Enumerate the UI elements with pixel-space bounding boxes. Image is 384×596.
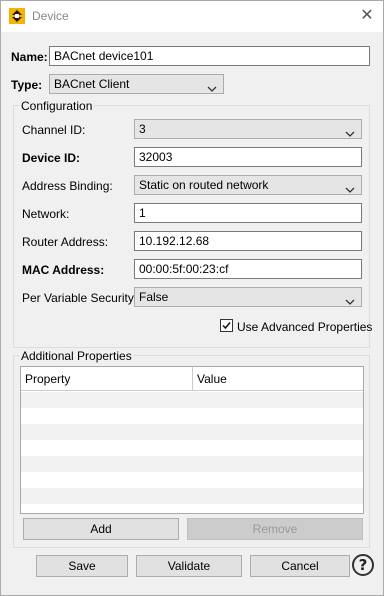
- properties-table[interactable]: Property Value: [20, 366, 364, 514]
- additional-properties-title: Additional Properties: [19, 349, 134, 363]
- close-icon[interactable]: ✕: [357, 6, 377, 26]
- channel-id-select[interactable]: 3: [134, 119, 362, 139]
- configuration-title: Configuration: [19, 99, 95, 113]
- validate-button[interactable]: Validate: [136, 555, 242, 577]
- advanced-properties-label[interactable]: Use Advanced Properties: [237, 320, 372, 334]
- per-variable-security-value: False: [139, 290, 169, 304]
- channel-id-label: Channel ID:: [22, 123, 86, 137]
- name-input[interactable]: BACnet device101: [49, 46, 370, 66]
- add-button[interactable]: Add: [23, 518, 179, 540]
- chevron-down-icon: [345, 181, 355, 193]
- table-row: [21, 456, 363, 472]
- network-input[interactable]: 1: [134, 203, 362, 223]
- mac-address-label: MAC Address:: [22, 263, 105, 277]
- help-icon[interactable]: ?: [352, 554, 374, 576]
- mac-address-input[interactable]: 00:00:5f:00:23:cf: [134, 259, 362, 279]
- chevron-down-icon: [345, 293, 355, 305]
- configuration-group: [13, 105, 370, 348]
- address-binding-label: Address Binding:: [22, 179, 113, 193]
- table-row: [21, 488, 363, 504]
- table-row: [21, 408, 363, 424]
- advanced-properties-checkbox[interactable]: [220, 319, 233, 332]
- chevron-down-icon: [207, 80, 217, 92]
- type-select[interactable]: BACnet Client: [49, 74, 224, 94]
- name-label: Name:: [11, 50, 48, 64]
- router-address-input[interactable]: 10.192.12.68: [134, 231, 362, 251]
- type-select-value: BACnet Client: [54, 77, 130, 91]
- up-down-arrows-icon: [9, 8, 25, 24]
- table-row: [21, 392, 363, 408]
- remove-button[interactable]: Remove: [187, 518, 363, 540]
- checkmark-icon: [222, 322, 231, 330]
- address-binding-select[interactable]: Static on routed network: [134, 175, 362, 195]
- type-label: Type:: [11, 78, 43, 92]
- chevron-down-icon: [345, 125, 355, 137]
- title-bar: Device ✕: [1, 1, 383, 32]
- per-variable-security-label: Per Variable Security:: [22, 291, 138, 305]
- network-label: Network:: [22, 207, 70, 221]
- device-id-input[interactable]: 32003: [134, 147, 362, 167]
- channel-id-value: 3: [139, 122, 146, 136]
- table-row: [21, 424, 363, 440]
- device-dialog: Device ✕ Name: BACnet device101 Type: BA…: [0, 0, 384, 596]
- column-header-value[interactable]: Value: [193, 367, 363, 391]
- table-row: [21, 440, 363, 456]
- table-row: [21, 472, 363, 488]
- router-address-label: Router Address:: [22, 235, 109, 249]
- column-header-property[interactable]: Property: [21, 367, 193, 391]
- cancel-button[interactable]: Cancel: [250, 555, 350, 577]
- address-binding-value: Static on routed network: [139, 178, 269, 192]
- per-variable-security-select[interactable]: False: [134, 287, 362, 307]
- save-button[interactable]: Save: [36, 555, 128, 577]
- window-title: Device: [32, 9, 69, 23]
- device-id-label: Device ID:: [22, 151, 81, 165]
